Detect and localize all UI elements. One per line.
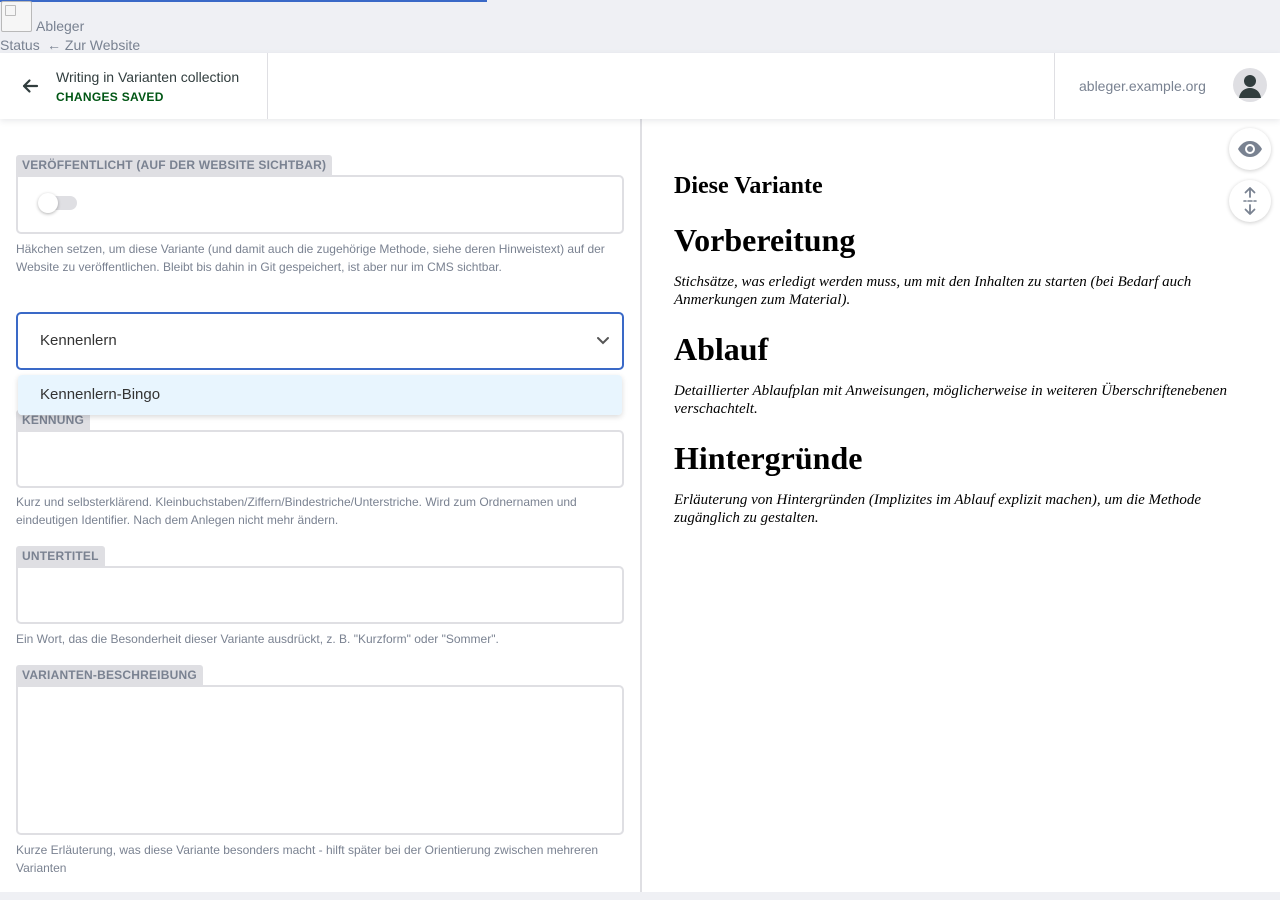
editor-toolbar: Writing in Varianten collection CHANGES … [0,53,1280,119]
method-select-value: Kennenlern [40,332,117,349]
sync-scroll-button[interactable] [1229,180,1271,222]
user-icon [1239,75,1261,98]
back-button[interactable]: Writing in Varianten collection CHANGES … [0,53,268,119]
website-link[interactable]: ← Zur Website [47,37,140,53]
bottom-strip [0,892,1280,900]
kennung-hint: Kurz und selbsterklärend. Kleinbuchstabe… [16,495,577,527]
preview-pane: Diese Variante Vorbereitung Stichsätze, … [642,119,1280,892]
preview-heading: Vorbereitung [674,222,856,258]
save-status: CHANGES SAVED [56,90,164,104]
beschreibung-hint: Kurze Erläuterung, was diese Variante be… [16,843,599,875]
status-link[interactable]: Status [0,37,40,53]
kennung-input[interactable] [16,430,624,488]
dropdown-option[interactable]: Kennenlern-Bingo [18,375,622,415]
arrow-left-icon [22,79,39,93]
top-navigation: Ableger Status ← Zur Website [0,0,1280,53]
untertitel-label: UNTERTITEL [16,546,105,566]
published-field [16,175,624,234]
preview-heading: Ablauf [674,331,769,367]
preview-heading: Hintergründe [674,440,863,476]
broken-image-icon [1,1,32,32]
preview-paragraph: Stichsätze, was erledigt werden muss, um… [674,274,1192,308]
preview-content: Diese Variante Vorbereitung Stichsätze, … [674,173,1244,549]
toolbar-right: ableger.example.org [1054,53,1280,119]
preview-paragraph: Detaillierter Ablaufplan mit Anweisungen… [674,383,1227,417]
toggle-knob [38,193,58,213]
preview-paragraph: Erläuterung von Hintergründen (Implizite… [674,492,1201,526]
beschreibung-textarea[interactable] [16,685,624,835]
editor-pane: VERÖFFENTLICHT (AUF DER WEBSITE SICHTBAR… [0,119,640,892]
site-name: Ableger [36,18,85,34]
preview-title: Diese Variante [674,173,823,199]
preview-toggle-button[interactable] [1229,128,1271,170]
site-url-link[interactable]: ableger.example.org [1079,78,1206,94]
untertitel-input[interactable] [16,566,624,624]
method-select[interactable]: Kennenlern [16,312,624,370]
scroll-sync-icon [1243,187,1257,215]
collection-title: Writing in Varianten collection [56,69,240,85]
chevron-down-icon [597,337,609,345]
beschreibung-label: VARIANTEN-BESCHREIBUNG [16,665,203,685]
untertitel-hint: Ein Wort, das die Besonderheit dieser Va… [16,632,499,646]
method-dropdown: Kennenlern-Bingo [18,375,622,415]
eye-icon [1238,141,1262,157]
published-toggle[interactable] [38,193,77,213]
published-hint: Häkchen setzen, um diese Variante (und d… [16,242,605,274]
avatar[interactable] [1233,68,1267,102]
published-label: VERÖFFENTLICHT (AUF DER WEBSITE SICHTBAR… [16,155,333,175]
